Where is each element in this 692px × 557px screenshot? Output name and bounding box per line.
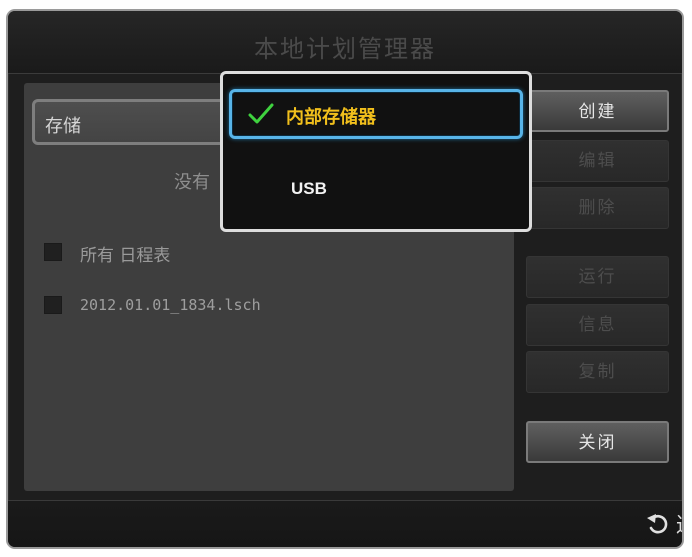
- local-schedule-manager-dialog: 本地计划管理器 存储 没有 所有 日程表 2012.01.01_1834.lsc…: [6, 9, 684, 549]
- empty-message: 没有: [174, 172, 210, 193]
- copy-button[interactable]: 复制: [526, 351, 669, 393]
- option-usb[interactable]: USB: [229, 167, 523, 217]
- storage-label: 存储: [45, 116, 81, 137]
- storage-dropdown-popup: 内部存储器 USB: [220, 71, 532, 232]
- option-internal-storage[interactable]: 内部存储器: [229, 89, 523, 139]
- footer-bar: 返回: [8, 500, 682, 547]
- storage-selector[interactable]: 存储: [32, 99, 228, 145]
- back-label: 返回: [676, 509, 682, 539]
- close-button[interactable]: 关闭: [526, 421, 669, 463]
- create-button[interactable]: 创建: [526, 90, 669, 132]
- return-arrow-icon: [647, 514, 668, 534]
- edit-button[interactable]: 编辑: [526, 140, 669, 182]
- delete-button[interactable]: 删除: [526, 187, 669, 229]
- title-bar: 本地计划管理器: [8, 11, 682, 74]
- list-item-label: 2012.01.01_1834.lsch: [80, 296, 261, 314]
- option-label: 内部存储器: [286, 107, 376, 128]
- checkbox[interactable]: [44, 296, 62, 314]
- checkbox[interactable]: [44, 243, 62, 261]
- checkmark-icon: [248, 103, 274, 124]
- info-button[interactable]: 信息: [526, 304, 669, 346]
- run-button[interactable]: 运行: [526, 256, 669, 298]
- list-item-label: 所有 日程表: [80, 246, 171, 266]
- dialog-title: 本地计划管理器: [254, 35, 436, 63]
- option-label: USB: [291, 179, 327, 198]
